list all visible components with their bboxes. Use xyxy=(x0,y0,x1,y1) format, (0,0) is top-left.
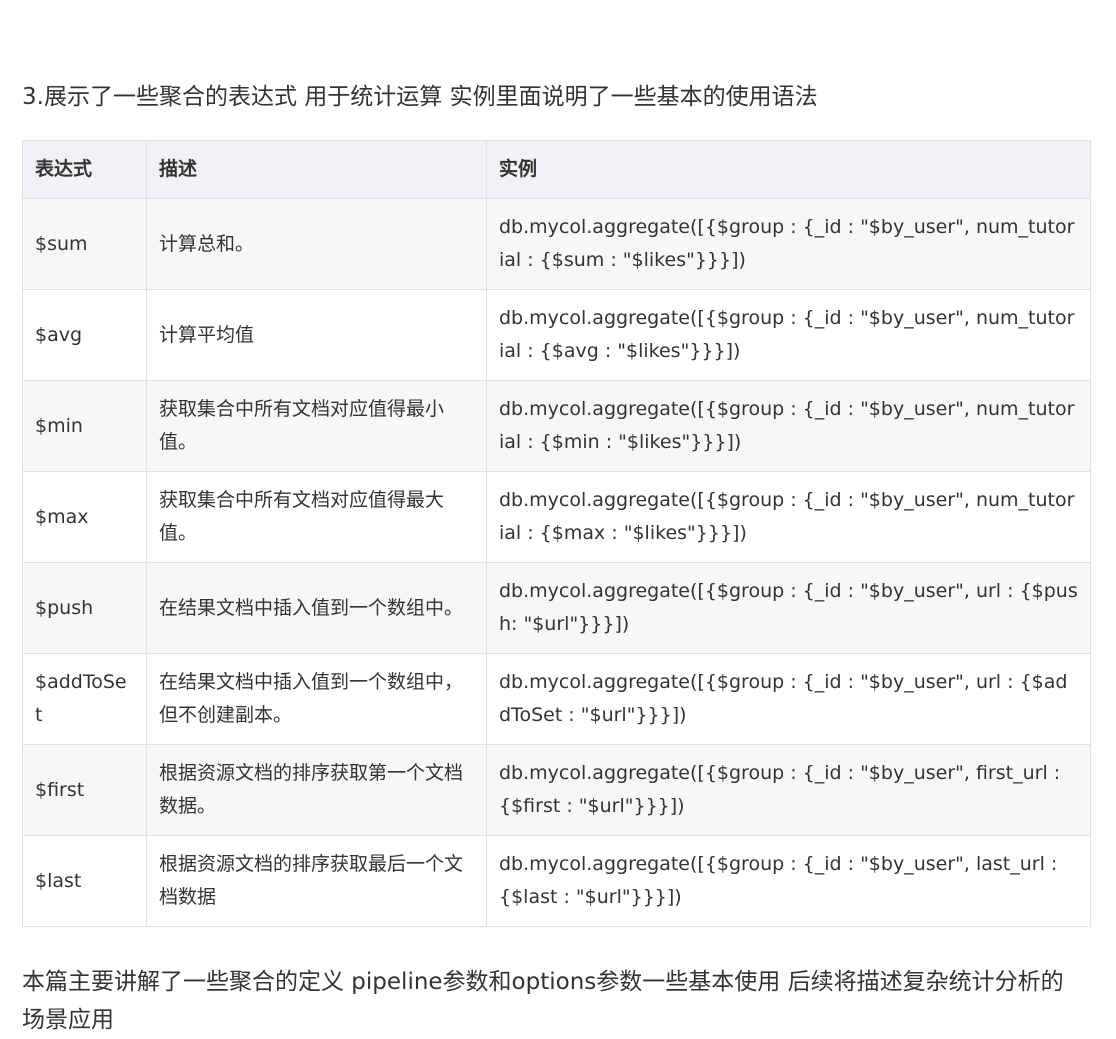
table-row: $avg 计算平均值 db.mycol.aggregate([{$group :… xyxy=(22,289,1091,381)
cell-example: db.mycol.aggregate([{$group : {_id : "$b… xyxy=(486,380,1091,472)
aggregation-expressions-table: 表达式 描述 实例 $sum 计算总和。 db.mycol.aggregate(… xyxy=(22,140,1091,927)
cell-description: 在结果文档中插入值到一个数组中，但不创建副本。 xyxy=(146,653,487,745)
table-header-row: 表达式 描述 实例 xyxy=(22,140,1091,199)
cell-example: db.mycol.aggregate([{$group : {_id : "$b… xyxy=(486,653,1091,745)
summary-paragraph: 本篇主要讲解了一些聚合的定义 pipeline参数和options参数一些基本使… xyxy=(22,969,1064,1033)
cell-description: 根据资源文档的排序获取最后一个文档数据 xyxy=(146,835,487,927)
table-row: $min 获取集合中所有文档对应值得最小值。 db.mycol.aggregat… xyxy=(22,380,1091,472)
table-row: $last 根据资源文档的排序获取最后一个文档数据 db.mycol.aggre… xyxy=(22,835,1091,927)
cell-example: db.mycol.aggregate([{$group : {_id : "$b… xyxy=(486,562,1091,654)
cell-expression: $addToSet xyxy=(22,653,147,745)
cell-example: db.mycol.aggregate([{$group : {_id : "$b… xyxy=(486,471,1091,563)
header-description: 描述 xyxy=(146,140,487,199)
cell-description: 根据资源文档的排序获取第一个文档数据。 xyxy=(146,744,487,836)
cell-example: db.mycol.aggregate([{$group : {_id : "$b… xyxy=(486,289,1091,381)
cell-expression: $avg xyxy=(22,289,147,381)
cell-description: 获取集合中所有文档对应值得最小值。 xyxy=(146,380,487,472)
cell-expression: $max xyxy=(22,471,147,563)
cell-description: 计算总和。 xyxy=(146,198,487,290)
cell-example: db.mycol.aggregate([{$group : {_id : "$b… xyxy=(486,835,1091,927)
cell-expression: $last xyxy=(22,835,147,927)
cell-description: 计算平均值 xyxy=(146,289,487,381)
header-example: 实例 xyxy=(486,140,1091,199)
table-row: $first 根据资源文档的排序获取第一个文档数据。 db.mycol.aggr… xyxy=(22,744,1091,836)
table-row: $sum 计算总和。 db.mycol.aggregate([{$group :… xyxy=(22,198,1091,290)
cell-example: db.mycol.aggregate([{$group : {_id : "$b… xyxy=(486,198,1091,290)
table-row: $push 在结果文档中插入值到一个数组中。 db.mycol.aggregat… xyxy=(22,562,1091,654)
section-heading: 3.展示了一些聚合的表达式 用于统计运算 实例里面说明了一些基本的使用语法 xyxy=(22,84,818,110)
cell-expression: $first xyxy=(22,744,147,836)
cell-description: 在结果文档中插入值到一个数组中。 xyxy=(146,562,487,654)
cell-example: db.mycol.aggregate([{$group : {_id : "$b… xyxy=(486,744,1091,836)
cell-expression: $sum xyxy=(22,198,147,290)
table-row: $addToSet 在结果文档中插入值到一个数组中，但不创建副本。 db.myc… xyxy=(22,653,1091,745)
header-expression: 表达式 xyxy=(22,140,147,199)
cell-expression: $push xyxy=(22,562,147,654)
table-row: $max 获取集合中所有文档对应值得最大值。 db.mycol.aggregat… xyxy=(22,471,1091,563)
cell-expression: $min xyxy=(22,380,147,472)
cell-description: 获取集合中所有文档对应值得最大值。 xyxy=(146,471,487,563)
